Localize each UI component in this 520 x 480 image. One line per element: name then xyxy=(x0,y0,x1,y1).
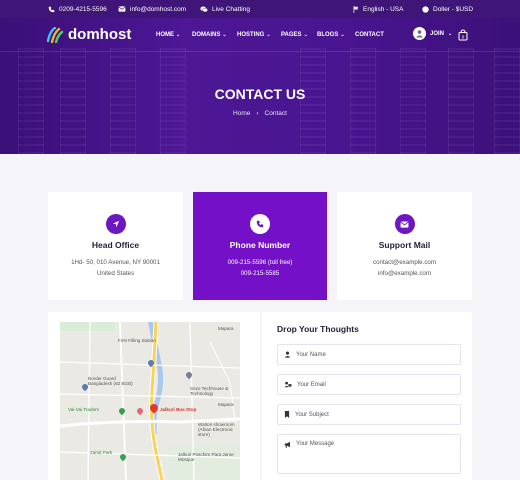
map-label: Mapara xyxy=(218,326,234,331)
user-icon xyxy=(284,351,291,358)
join-label: JOIN xyxy=(430,30,445,37)
logo-mark-icon xyxy=(46,26,64,43)
nav-blogs-label: BLOGS xyxy=(317,32,339,38)
card-title: Phone Number xyxy=(229,240,291,250)
flag-icon xyxy=(353,5,359,13)
avatar-icon xyxy=(413,27,426,40)
map-label: Border Guard Bangladesh (62 BGB) xyxy=(88,376,133,386)
topbar-email[interactable]: info@domhost.com xyxy=(118,0,186,18)
bookmark-icon xyxy=(284,411,290,418)
nav-domains[interactable]: DOMAINS ⌄ xyxy=(192,32,227,38)
nav-contact[interactable]: CONTACT xyxy=(355,32,384,38)
subject-placeholder: Your Subject xyxy=(295,411,329,418)
map-label: First Filling Station xyxy=(118,338,156,343)
brand-logo[interactable]: domhost xyxy=(46,26,131,43)
name-field[interactable]: Your Name xyxy=(277,344,461,365)
map-label: Jalkuri Poschim Para Jame Mosque xyxy=(178,452,234,462)
currency-selector[interactable]: Doller - $USD xyxy=(422,0,473,18)
megaphone-icon xyxy=(284,441,291,448)
message-placeholder: Your Message xyxy=(296,441,335,447)
topbar-chat[interactable]: Live Chatting xyxy=(200,0,250,18)
map-label: Sezo Techhouse & Technology xyxy=(190,386,229,396)
shopping-bag-icon: 0 xyxy=(458,29,468,41)
nav-home[interactable]: HOME ⌄ xyxy=(156,32,180,38)
envelope-icon xyxy=(394,214,415,234)
chat-icon xyxy=(200,6,208,13)
nav-domains-label: DOMAINS xyxy=(192,32,221,38)
currency-icon xyxy=(422,5,429,13)
location-map[interactable]: Mapara First Filling Station Border Guar… xyxy=(60,322,240,480)
card-line[interactable]: info@example.com xyxy=(337,270,472,277)
hero-banner: domhost HOME ⌄ DOMAINS ⌄ HOSTING ⌄ PAGES ⌄ B… xyxy=(0,18,520,154)
map-label: Walton showroom (Afnan Electronic store) xyxy=(198,422,235,437)
breadcrumb: Home › Contact xyxy=(0,110,520,117)
phone-icon xyxy=(48,6,55,13)
form-title: Drop Your Thoughts xyxy=(277,324,359,334)
envelope-icon xyxy=(118,6,126,12)
phone-icon xyxy=(250,214,270,234)
email-placeholder: Your Email xyxy=(297,381,326,388)
chevron-down-icon: ⌄ xyxy=(266,32,271,38)
page-title: CONTACT US xyxy=(214,86,306,102)
top-bar: 0209-4215-5596 info@domhost.com Live Cha… xyxy=(0,0,520,18)
nav-hosting[interactable]: HOSTING ⌄ xyxy=(237,32,271,38)
card-line: 1Hd- 50, 010 Avenue, NY 90001 xyxy=(71,259,160,266)
cart-button[interactable]: 0 xyxy=(458,28,468,46)
location-arrow-icon xyxy=(105,214,126,234)
currency-label: Doller - $USD xyxy=(433,5,474,13)
map-panel: Mapara First Filling Station Border Guar… xyxy=(48,312,260,480)
nav-home-label: HOME xyxy=(156,32,174,38)
card-line[interactable]: 009-215-5585 xyxy=(193,270,327,277)
name-placeholder: Your Name xyxy=(296,351,326,358)
card-line[interactable]: contact@example.com xyxy=(337,259,472,266)
contact-form: Drop Your Thoughts Your Name Your Email … xyxy=(262,312,472,480)
breadcrumb-current: Contact xyxy=(264,110,287,117)
language-selector[interactable]: English - USA xyxy=(353,0,403,18)
phone-number-card: Phone Number 009-215-5596 (toll free) 00… xyxy=(193,192,327,300)
language-label: English - USA xyxy=(363,5,404,13)
subject-field[interactable]: Your Subject xyxy=(277,404,461,425)
map-label: Jalkuri Bus Stop xyxy=(160,407,197,412)
topbar-phone[interactable]: 0209-4215-5596 xyxy=(48,0,107,18)
nav-contact-label: CONTACT xyxy=(355,32,384,38)
nav-pages-label: PAGES xyxy=(281,32,302,38)
support-mail-card: Support Mail contact@example.com info@ex… xyxy=(337,192,472,300)
brand-name: domhost xyxy=(68,26,132,43)
email-user-icon xyxy=(284,381,292,388)
head-office-card: Head Office 1Hd- 50, 010 Avenue, NY 9000… xyxy=(48,192,183,300)
join-button[interactable]: JOIN ⌄ xyxy=(413,27,452,40)
map-label: Mapara xyxy=(218,402,234,407)
card-title: Support Mail xyxy=(378,240,431,250)
nav-blogs[interactable]: BLOGS ⌄ xyxy=(317,32,345,38)
topbar-email-text: info@domhost.com xyxy=(130,5,187,13)
chevron-down-icon: ⌄ xyxy=(340,32,345,38)
chevron-down-icon: ⌄ xyxy=(222,32,227,38)
card-line[interactable]: 009-215-5596 (toll free) xyxy=(193,259,327,266)
breadcrumb-home[interactable]: Home xyxy=(233,110,250,117)
nav-pages[interactable]: PAGES ⌄ xyxy=(281,32,308,38)
svg-text:0: 0 xyxy=(462,34,465,39)
breadcrumb-separator: › xyxy=(256,110,259,117)
map-label: Zahid Park xyxy=(90,450,113,455)
main-navbar: domhost HOME ⌄ DOMAINS ⌄ HOSTING ⌄ PAGES ⌄ B… xyxy=(0,18,520,52)
card-title: Head Office xyxy=(91,240,140,250)
email-field[interactable]: Your Email xyxy=(277,374,461,395)
chevron-down-icon: ⌄ xyxy=(448,30,453,37)
topbar-phone-text: 0209-4215-5596 xyxy=(59,5,107,13)
chevron-down-icon: ⌄ xyxy=(303,32,308,38)
card-line: United States xyxy=(96,270,135,277)
map-label: Vai-Vai Traders xyxy=(68,407,99,412)
topbar-chat-text: Live Chatting xyxy=(212,5,250,13)
chevron-down-icon: ⌄ xyxy=(176,32,181,38)
message-field[interactable]: Your Message xyxy=(277,434,461,474)
nav-hosting-label: HOSTING xyxy=(237,32,265,38)
